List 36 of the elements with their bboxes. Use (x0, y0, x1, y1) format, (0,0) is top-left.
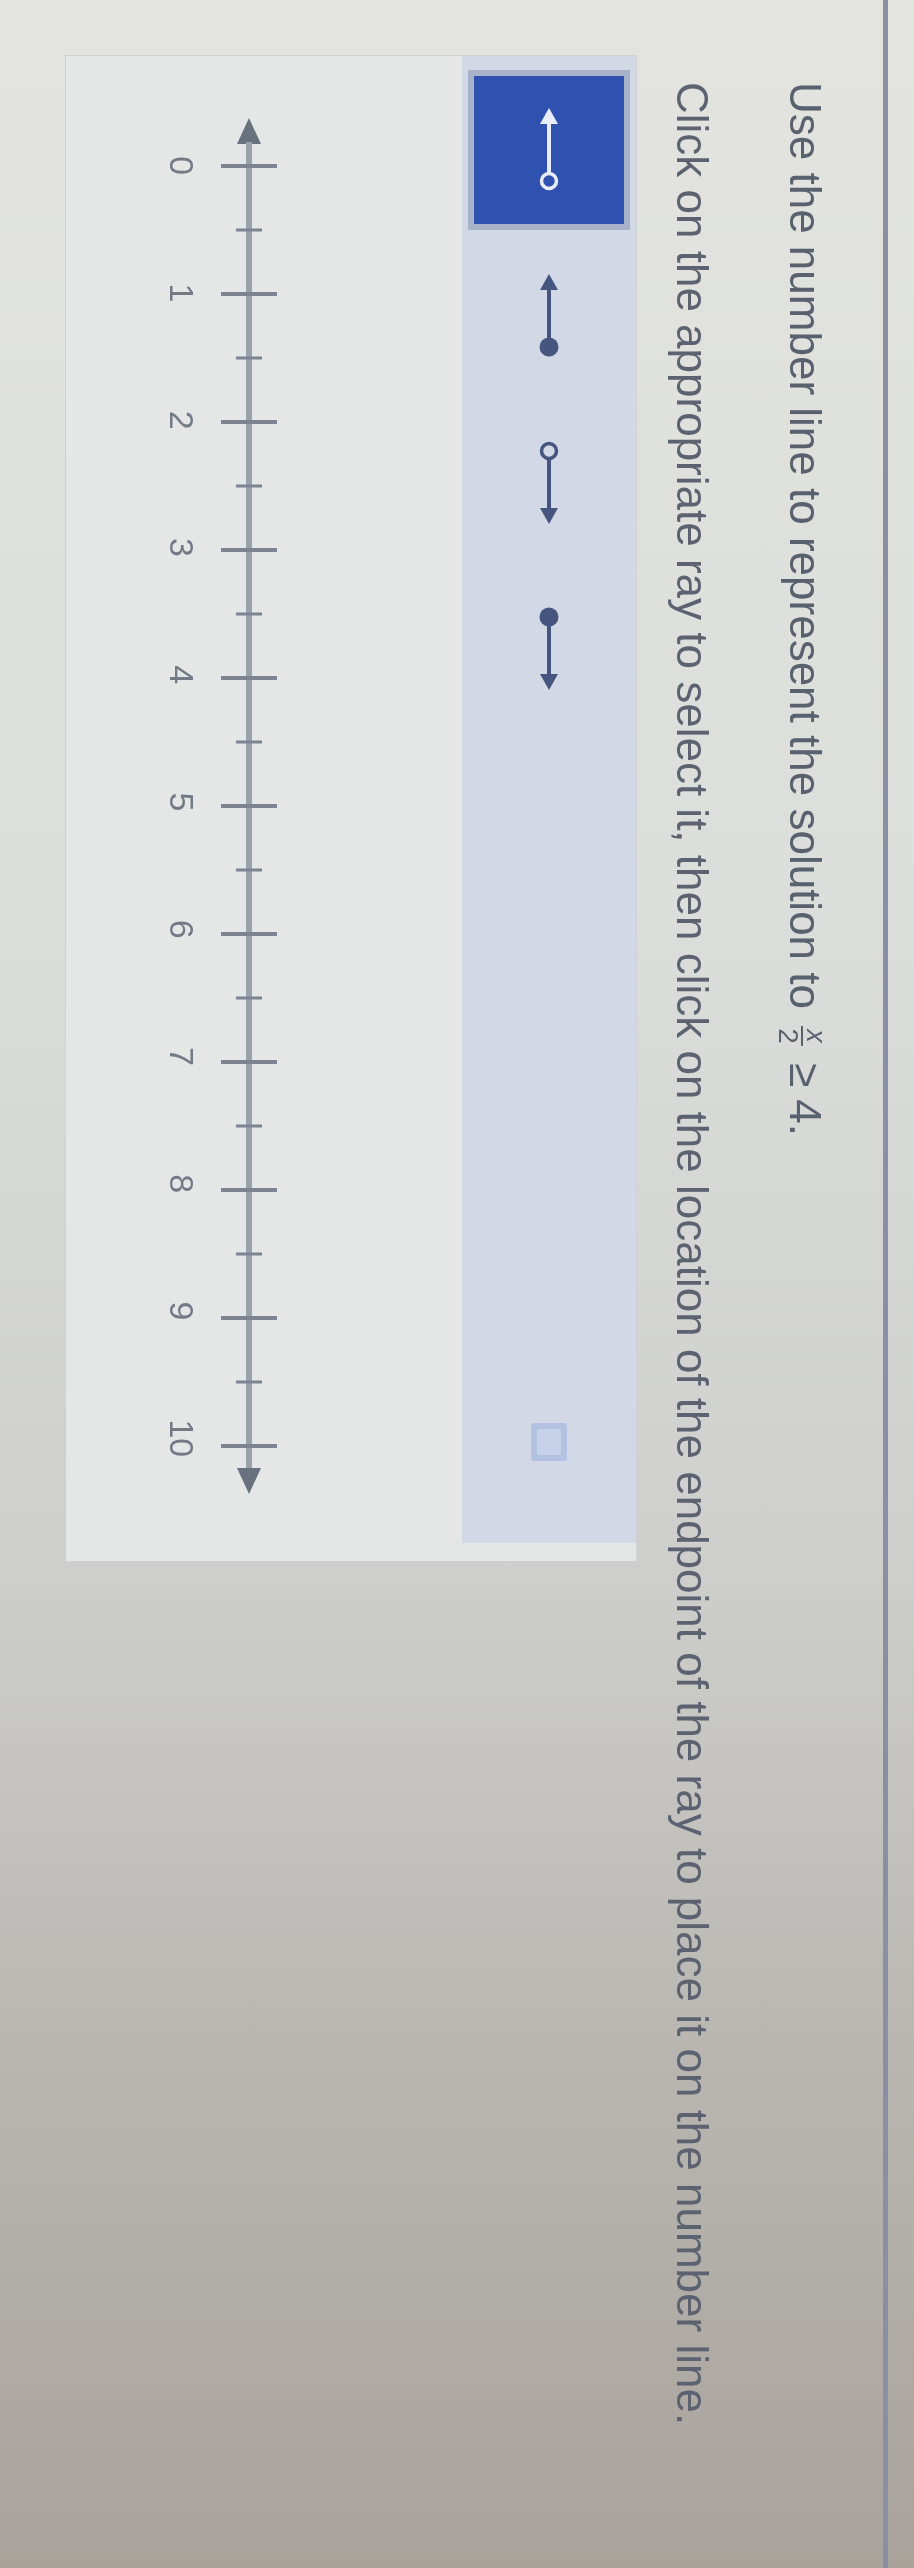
tick-mark (220, 1444, 277, 1448)
tick-label: 0 (161, 155, 202, 178)
tick-label: 7 (161, 1046, 202, 1068)
tick-label: 4 (161, 664, 202, 687)
question-text: Use the number line to represent the solution to x 2 ≥ 4. (774, 82, 831, 1136)
tick-label: 9 (161, 1300, 202, 1323)
tick-mark (220, 676, 277, 680)
tick-mark (235, 868, 262, 872)
tick-label: 8 (161, 1173, 202, 1196)
tick-mark (220, 292, 277, 296)
tick-mark (235, 612, 262, 616)
tick-mark (235, 484, 262, 488)
tick-mark (235, 228, 262, 232)
tick-mark (235, 1124, 262, 1128)
tick-mark (220, 548, 277, 552)
instruction-text: Click on the appropriate ray to select it, then click on the location of the endpoint of the ray to place it on the number line. (666, 82, 717, 2426)
tick-mark (235, 356, 262, 360)
ray-tool-button[interactable] (467, 70, 630, 230)
tick-mark (220, 1060, 277, 1064)
tick-label: 10 (161, 1418, 202, 1460)
tick-label: 6 (161, 918, 202, 941)
tick-mark (235, 1380, 262, 1384)
tick-mark (220, 804, 277, 808)
tick-label: 1 (161, 282, 202, 305)
tick-mark (220, 1188, 277, 1192)
tick-mark (220, 1316, 277, 1320)
tick-label: 5 (161, 791, 202, 814)
tick-label: 3 (161, 536, 202, 559)
tick-mark (235, 996, 262, 1000)
tick-mark (220, 164, 277, 168)
tick-mark (220, 932, 277, 936)
tick-mark (235, 740, 262, 744)
tick-mark (235, 1252, 262, 1256)
tick-label: 2 (161, 409, 202, 432)
tick-mark (220, 420, 277, 424)
number-line[interactable] (236, 118, 261, 1494)
